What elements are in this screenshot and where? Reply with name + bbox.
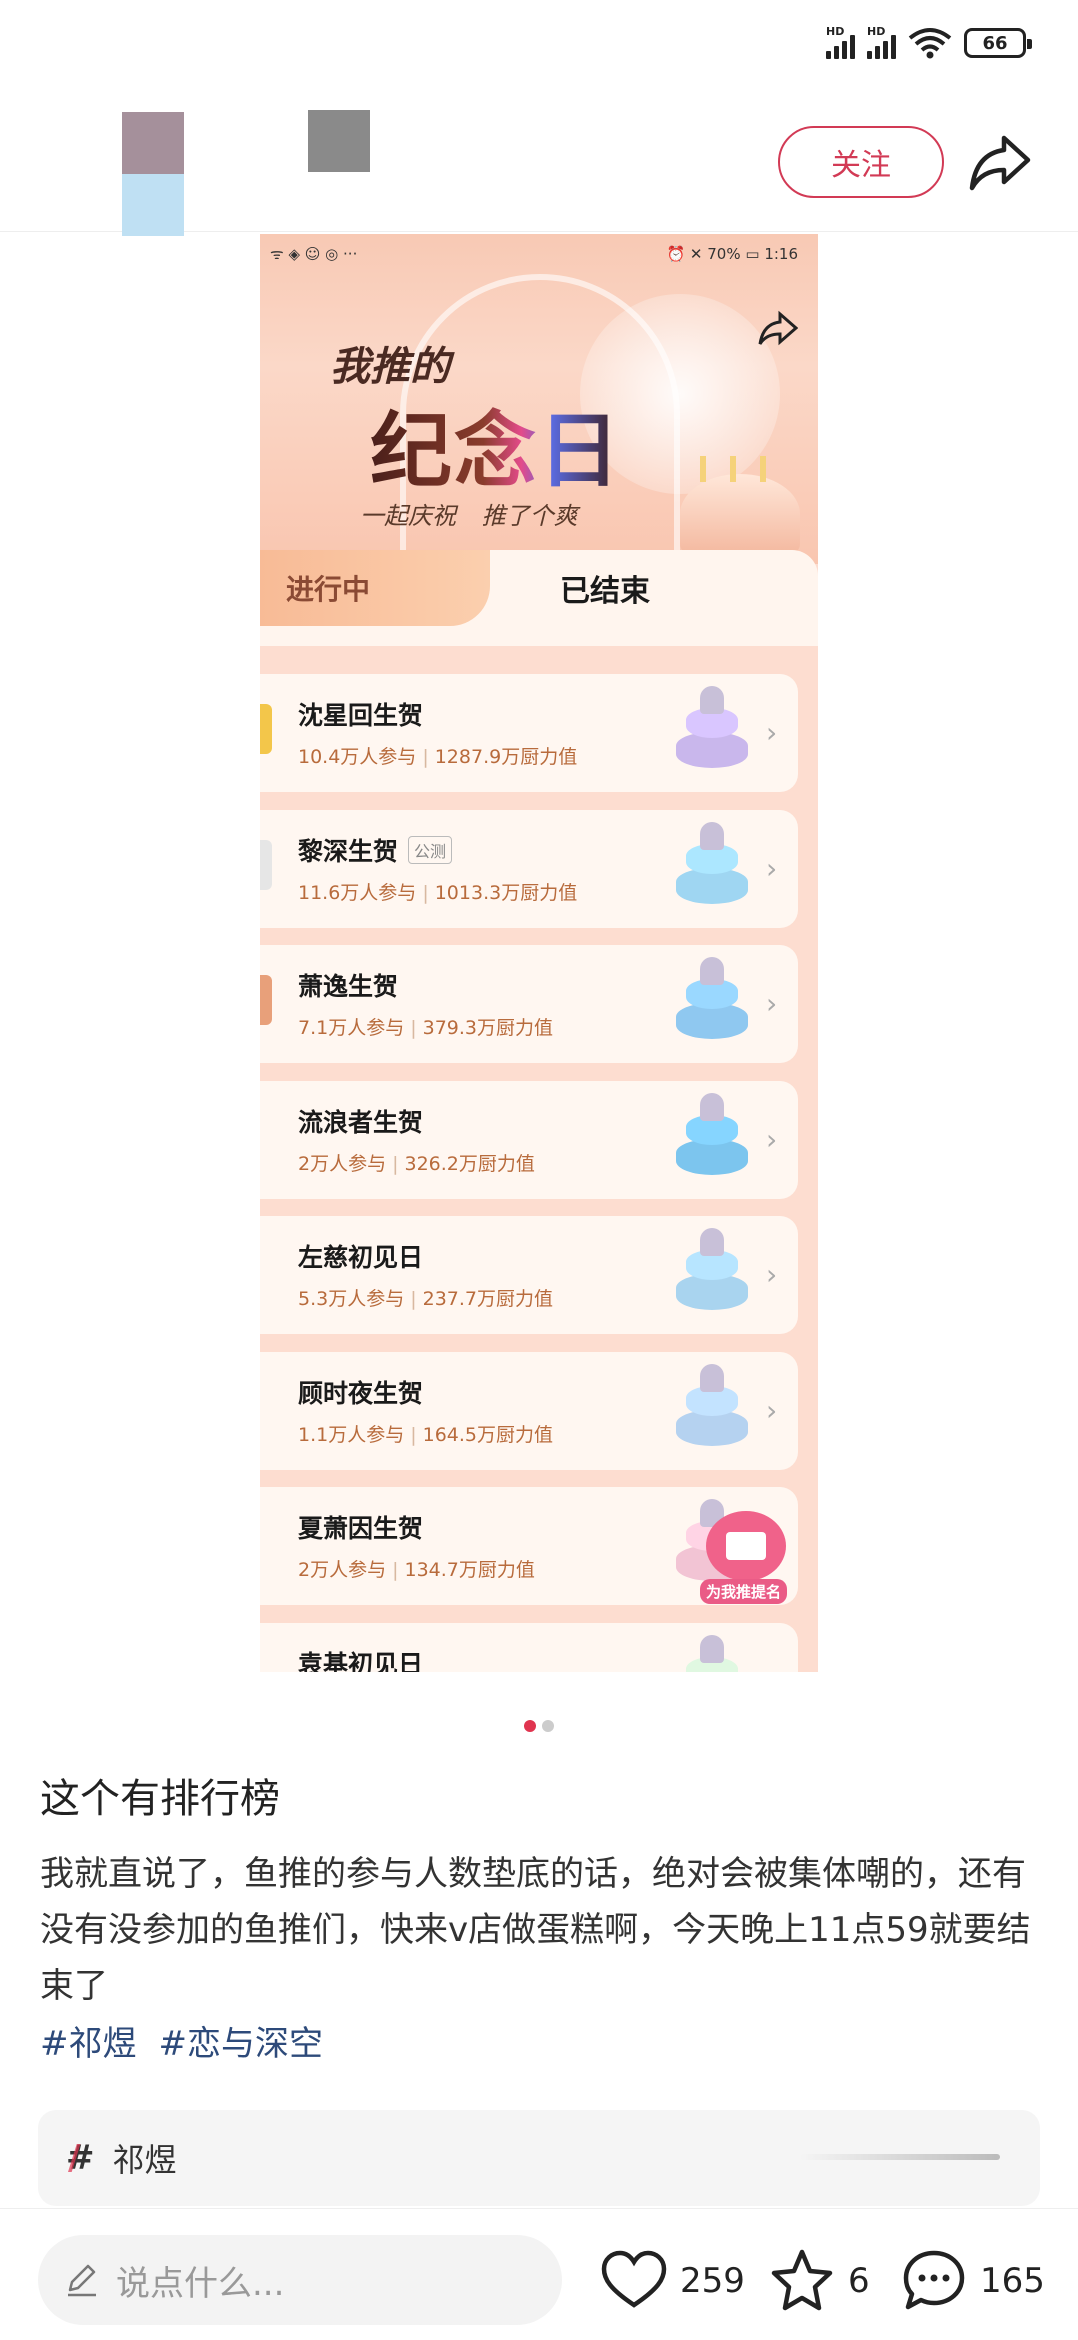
page-dot bbox=[542, 1720, 554, 1732]
topic-bar[interactable]: # / 祁煜 bbox=[38, 2110, 1040, 2206]
cake-icon bbox=[670, 1092, 754, 1187]
comment-bubble-icon bbox=[903, 2250, 965, 2310]
event-stats: 1.1万人参与 | 164.5万厨力值 bbox=[298, 1423, 554, 1446]
event-stats: 7.1万人参与 | 379.3万厨力值 bbox=[298, 1017, 554, 1039]
topic-label: 祁煜 bbox=[112, 2141, 177, 2179]
cake-icon bbox=[670, 1634, 754, 1672]
power-value: 1287.9万厨力值 bbox=[434, 746, 578, 768]
heart-icon bbox=[601, 2250, 667, 2308]
event-card: 黎深生贺 公测 11.6万人参与 | 1013.3万厨力值 › bbox=[260, 809, 798, 928]
banner-title: 纪念日 bbox=[370, 384, 622, 503]
signal-icon-2: HD bbox=[867, 25, 896, 59]
chevron-right-icon: › bbox=[766, 1393, 778, 1427]
like-button[interactable]: 259 bbox=[600, 2247, 745, 2315]
event-stats: 11.6万人参与 | 1013.3万厨力值 bbox=[298, 881, 578, 904]
event-tag: 公测 bbox=[408, 835, 453, 864]
power-value: 1013.3万厨力值 bbox=[434, 881, 578, 904]
wifi-icon bbox=[908, 28, 952, 59]
participants-count: 1.1万人参与 bbox=[298, 1423, 405, 1446]
comment-input[interactable]: 说点什么... bbox=[38, 2235, 562, 2325]
vote-badge: 为我推提名 bbox=[700, 1579, 788, 1604]
anniversary-banner: 我推的 纪念日 一起庆祝 推了个爽 bbox=[260, 234, 818, 594]
like-count: 259 bbox=[680, 2261, 745, 2301]
event-stats: 2万人参与 | 134.7万厨力值 bbox=[298, 1559, 535, 1581]
event-card: 流浪者生贺 2万人参与 | 326.2万厨力值 › bbox=[260, 1080, 798, 1199]
share-icon bbox=[758, 310, 798, 346]
chevron-right-icon: › bbox=[766, 987, 778, 1020]
event-name: 左慈初见日 bbox=[298, 1243, 424, 1272]
event-name: 袁基初见日 bbox=[298, 1649, 424, 1673]
event-card: 沈星回生贺 10.4万人参与 | 1287.9万厨力值 › bbox=[260, 674, 798, 792]
participants-count: 5.3万人参与 bbox=[298, 1288, 405, 1310]
event-card: 萧逸生贺 7.1万人参与 | 379.3万厨力值 › bbox=[260, 945, 798, 1063]
pencil-icon bbox=[68, 2264, 96, 2297]
status-bar: HD HD 66 bbox=[0, 0, 1078, 90]
chevron-right-icon: › bbox=[766, 1122, 778, 1156]
comment-button[interactable]: 165 bbox=[900, 2247, 1045, 2315]
envelope-icon bbox=[706, 1511, 786, 1581]
event-stats: 5.3万人参与 | 237.7万厨力值 bbox=[298, 1288, 554, 1310]
event-name: 萧逸生贺 bbox=[298, 972, 399, 1001]
cake-icon bbox=[670, 821, 754, 916]
hashtag-list: #祁煜 #恋与深空 bbox=[40, 2016, 323, 2065]
page-dot-active bbox=[524, 1720, 536, 1732]
cake-icon bbox=[670, 686, 754, 780]
power-value: 164.5万厨力值 bbox=[422, 1423, 554, 1446]
power-value: 326.2万厨力值 bbox=[404, 1152, 535, 1175]
chevron-right-icon: › bbox=[766, 1258, 778, 1291]
signal-icon: HD bbox=[826, 25, 855, 59]
post-header: 关注 bbox=[0, 90, 1078, 236]
post-title: 这个有排行榜 bbox=[40, 1776, 280, 1822]
chevron-right-icon: › bbox=[766, 716, 778, 749]
post-image[interactable]: 我推的 纪念日 一起庆祝 推了个爽 ᯤ ◈ ☺ ◎ ··· ⏰ ✕ 70% ▭ … bbox=[260, 234, 818, 1672]
event-card: 夏萧因生贺2万人参与|134.7万厨力值›为我推提名 bbox=[260, 1487, 798, 1605]
comment-count: 165 bbox=[980, 2261, 1045, 2301]
event-card: 顾时夜生贺 1.1万人参与 | 164.5万厨力值 › bbox=[260, 1351, 798, 1470]
participants-count: 2万人参与 bbox=[298, 1559, 387, 1581]
star-icon bbox=[771, 2249, 833, 2311]
event-card: 袁基初见日 › bbox=[260, 1622, 798, 1673]
embedded-status-bar: ᯤ ◈ ☺ ◎ ··· ⏰ ✕ 70% ▭ 1:16 bbox=[270, 245, 798, 263]
participants-count: 10.4万人参与 bbox=[298, 746, 417, 768]
power-value: 379.3万厨力值 bbox=[422, 1017, 554, 1039]
hashtag-link[interactable]: #恋与深空 bbox=[159, 2016, 324, 2065]
participants-count: 11.6万人参与 bbox=[298, 881, 417, 904]
event-stats: 10.4万人参与 | 1287.9万厨力值 bbox=[298, 746, 578, 768]
participants-count: 2万人参与 bbox=[298, 1152, 387, 1175]
cake-icon bbox=[670, 1363, 754, 1458]
power-value: 237.7万厨力值 bbox=[422, 1288, 554, 1310]
follow-button[interactable]: 关注 bbox=[778, 126, 944, 198]
favorite-button[interactable]: 6 bbox=[768, 2247, 870, 2315]
share-icon[interactable] bbox=[968, 132, 1032, 192]
bottom-action-bar: 说点什么... 259 6 165 bbox=[0, 2208, 1078, 2340]
event-name: 顾时夜生贺 bbox=[298, 1378, 424, 1408]
participants-count: 7.1万人参与 bbox=[298, 1017, 405, 1039]
battery-icon: 66 bbox=[964, 28, 1032, 58]
cake-icon bbox=[670, 1228, 754, 1322]
event-name: 流浪者生贺 bbox=[298, 1107, 424, 1137]
avatar[interactable] bbox=[122, 112, 184, 236]
image-pagination bbox=[0, 1720, 1078, 1732]
hashtag-link[interactable]: #祁煜 bbox=[40, 2016, 137, 2065]
event-stats: 2万人参与 | 326.2万厨力值 bbox=[298, 1152, 535, 1175]
tab-bar: 进行中 已结束 bbox=[260, 550, 818, 646]
hashtag-icon: # / bbox=[66, 2138, 95, 2178]
tab-ended: 已结束 bbox=[560, 574, 650, 609]
event-name: 黎深生贺 bbox=[298, 836, 399, 866]
tab-ongoing: 进行中 bbox=[260, 550, 490, 626]
post-body: 我就直说了，鱼推的参与人数垫底的话，绝对会被集体嘲的，还有没有没参加的鱼推们，快… bbox=[40, 1854, 1031, 2006]
username-placeholder[interactable] bbox=[308, 110, 370, 172]
banner-tagline: 一起庆祝 推了个爽 bbox=[360, 502, 578, 530]
comment-placeholder: 说点什么... bbox=[116, 2263, 285, 2304]
power-value: 134.7万厨力值 bbox=[404, 1559, 535, 1581]
event-name: 夏萧因生贺 bbox=[298, 1514, 424, 1543]
event-name: 沈星回生贺 bbox=[298, 701, 424, 730]
chevron-right-icon: › bbox=[766, 851, 778, 885]
cake-icon bbox=[670, 957, 754, 1051]
chevron-right-icon: › bbox=[766, 1665, 777, 1673]
event-card: 左慈初见日 5.3万人参与 | 237.7万厨力值 › bbox=[260, 1216, 798, 1334]
favorite-count: 6 bbox=[848, 2261, 870, 2301]
